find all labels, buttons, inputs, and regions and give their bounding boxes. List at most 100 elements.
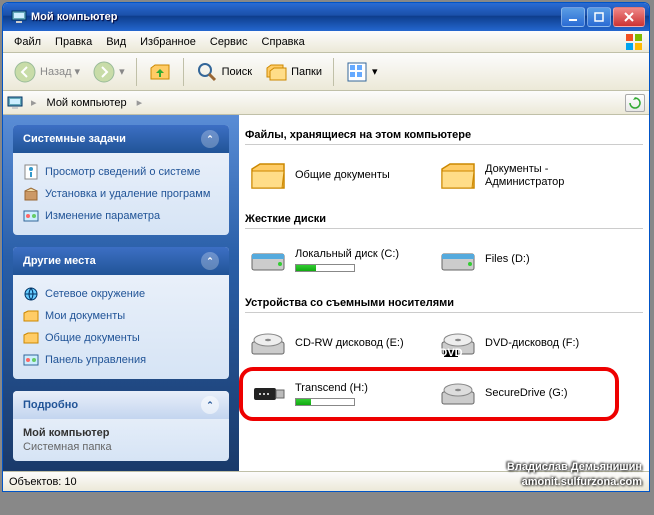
item-label: Локальный диск (C:) [295, 248, 399, 261]
details-type: Системная папка [23, 441, 219, 453]
item-label: Transcend (H:) [295, 382, 368, 395]
collapse-icon: ⌃ [201, 130, 219, 148]
section-removable: CD-RW дисковод (E:) DVD DVD-дисковод (F:) T… [245, 321, 643, 417]
folders-button[interactable]: Папки [260, 58, 326, 86]
section-header: Жесткие диски [245, 213, 643, 229]
collapse-icon: ⌃ [201, 396, 219, 414]
removable-icon [437, 373, 479, 415]
info-icon [23, 164, 39, 180]
item-label: Общие документы [295, 169, 390, 182]
breadcrumb-item[interactable]: Мой компьютер [45, 97, 129, 109]
panel-other-places: Другие места ⌃ Сетевое окружение Мои док… [13, 247, 229, 379]
section-header: Устройства со съемными носителями [245, 297, 643, 313]
item-label: SecureDrive (G:) [485, 387, 568, 400]
control-panel-icon [23, 352, 39, 368]
menu-file[interactable]: Файл [7, 34, 48, 50]
drive-item[interactable]: Transcend (H:) [245, 371, 425, 417]
views-icon [345, 60, 369, 84]
main-content: Файлы, хранящиеся на этом компьютере Общ… [239, 115, 649, 471]
dropdown-icon: ▾ [75, 65, 81, 78]
box-icon [23, 186, 39, 202]
folder-icon [247, 155, 289, 197]
control-panel-icon [23, 208, 39, 224]
folder-icon [437, 155, 479, 197]
place-network[interactable]: Сетевое окружение [23, 283, 219, 305]
refresh-icon [629, 97, 641, 109]
back-button[interactable]: Назад ▾ [9, 58, 84, 86]
drive-item[interactable]: SecureDrive (G:) [435, 371, 615, 417]
menu-view[interactable]: Вид [99, 34, 133, 50]
panel-system-tasks: Системные задачи ⌃ Просмотр сведений о с… [13, 125, 229, 235]
menubar: Файл Правка Вид Избранное Сервис Справка [3, 31, 649, 53]
menu-edit[interactable]: Правка [48, 34, 99, 50]
details-name: Мой компьютер [23, 427, 219, 439]
panel-header[interactable]: Другие места ⌃ [13, 247, 229, 275]
maximize-button[interactable] [587, 7, 611, 27]
window-title: Мой компьютер [31, 11, 561, 23]
views-button[interactable]: ▾ [341, 58, 382, 86]
section-header: Файлы, хранящиеся на этом компьютере [245, 129, 643, 145]
item-label: Files (D:) [485, 253, 530, 266]
titlebar[interactable]: Мой компьютер [3, 3, 649, 31]
capacity-bar [295, 264, 355, 272]
up-button[interactable] [144, 58, 176, 86]
dropdown-icon: ▾ [119, 65, 125, 78]
item-label: CD-RW дисковод (E:) [295, 337, 404, 350]
drive-item[interactable]: Документы - Администратор [435, 153, 615, 199]
item-label: DVD-дисковод (F:) [485, 337, 579, 350]
toolbar: Назад ▾ ▾ Поиск Папки ▾ [3, 53, 649, 91]
place-my-documents[interactable]: Мои документы [23, 305, 219, 327]
panel-header[interactable]: Системные задачи ⌃ [13, 125, 229, 153]
network-icon [23, 286, 39, 302]
menu-favorites[interactable]: Избранное [133, 34, 203, 50]
section-files: Общие документы Документы - Администратор [245, 153, 643, 199]
minimize-button[interactable] [561, 7, 585, 27]
cd-icon [247, 323, 289, 365]
panel-header[interactable]: Подробно ⌃ [13, 391, 229, 419]
item-label: Документы - Администратор [485, 163, 613, 189]
statusbar: Объектов: 10 [3, 471, 649, 491]
menu-help[interactable]: Справка [255, 34, 312, 50]
dropdown-icon: ▾ [372, 65, 378, 78]
task-change-setting[interactable]: Изменение параметра [23, 205, 219, 227]
computer-icon [11, 9, 27, 25]
dvd-icon: DVD [437, 323, 479, 365]
task-add-remove[interactable]: Установка и удаление программ [23, 183, 219, 205]
collapse-icon: ⌃ [201, 252, 219, 270]
forward-arrow-icon [92, 60, 116, 84]
drive-item[interactable]: Локальный диск (C:) [245, 237, 425, 283]
place-control-panel[interactable]: Панель управления [23, 349, 219, 371]
status-object-count: Объектов: 10 [9, 476, 77, 488]
search-button[interactable]: Поиск [191, 58, 256, 86]
place-shared-documents[interactable]: Общие документы [23, 327, 219, 349]
address-bar: ▸ Мой компьютер ▸ [3, 91, 649, 115]
folders-icon [264, 60, 288, 84]
drive-item[interactable]: Общие документы [245, 153, 425, 199]
hdd-icon [437, 239, 479, 281]
windows-flag-icon [623, 31, 645, 53]
back-arrow-icon [13, 60, 37, 84]
usb-icon [247, 373, 289, 415]
hdd-icon [247, 239, 289, 281]
menu-tools[interactable]: Сервис [203, 34, 255, 50]
folder-icon [23, 308, 39, 324]
svg-text:DVD: DVD [439, 347, 462, 359]
task-system-info[interactable]: Просмотр сведений о системе [23, 161, 219, 183]
computer-icon [7, 95, 23, 111]
explorer-window: Мой компьютер Файл Правка Вид Избранное … [2, 2, 650, 492]
folder-up-icon [148, 60, 172, 84]
drive-item[interactable]: Files (D:) [435, 237, 615, 283]
drive-item[interactable]: CD-RW дисковод (E:) [245, 321, 425, 367]
magnifier-icon [195, 60, 219, 84]
close-button[interactable] [613, 7, 645, 27]
breadcrumb-sep: ▸ [133, 96, 147, 109]
section-hdd: Локальный диск (C:) Files (D:) [245, 237, 643, 283]
panel-details: Подробно ⌃ Мой компьютер Системная папка [13, 391, 229, 461]
capacity-bar [295, 398, 355, 406]
refresh-button[interactable] [625, 94, 645, 112]
forward-button[interactable]: ▾ [88, 58, 129, 86]
tasks-sidebar: Системные задачи ⌃ Просмотр сведений о с… [3, 115, 239, 471]
folder-icon [23, 330, 39, 346]
breadcrumb-sep: ▸ [27, 96, 41, 109]
drive-item[interactable]: DVD DVD-дисковод (F:) [435, 321, 615, 367]
